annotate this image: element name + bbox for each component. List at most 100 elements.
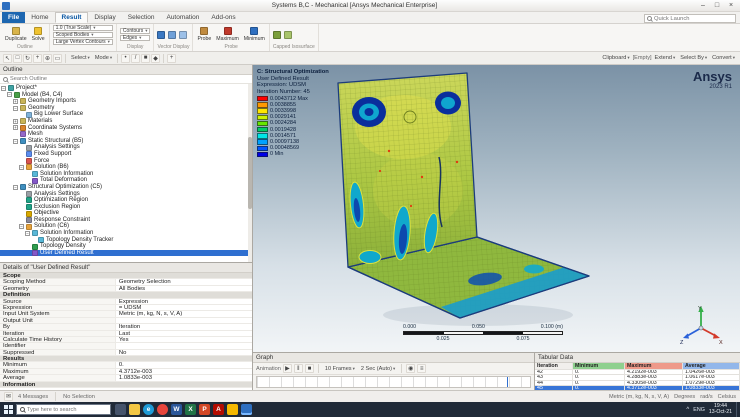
rotate-icon[interactable]: ↻	[23, 53, 32, 63]
tray-expand-icon[interactable]: ^	[686, 407, 689, 413]
convert-dropdown[interactable]: Convert ▾	[710, 55, 737, 61]
outline-item-topology-density-tracker[interactable]: Topology Density Tracker	[0, 237, 252, 244]
outline-item-solution-c6[interactable]: − Solution (C6)	[0, 223, 252, 230]
outline-item-analysis-settings[interactable]: Analysis Settings	[0, 191, 252, 198]
details-field-value[interactable]: Metric (m, kg, N, s, V, A)	[115, 311, 252, 317]
tab-result[interactable]: Result	[54, 12, 89, 23]
result-legend[interactable]: C: Structural Optimization User Defined R…	[257, 69, 329, 158]
outline-item-materials[interactable]: + Materials	[0, 118, 252, 125]
outline-item-structural-optimization-c5[interactable]: − Structural Optimization (C5)	[0, 184, 252, 191]
details-field-value[interactable]: All Bodies	[115, 285, 252, 292]
collapse-icon[interactable]: −	[13, 184, 18, 190]
vector-uniform-icon[interactable]	[168, 30, 177, 39]
details-field-value[interactable]	[115, 343, 252, 349]
maximize-button[interactable]: □	[710, 0, 724, 11]
expand-icon[interactable]: +	[13, 98, 18, 104]
vertex-filter-icon[interactable]: •	[121, 53, 131, 63]
details-field-value[interactable]: = UDSM	[115, 304, 252, 311]
details-field-value[interactable]: 4.3712e-003	[115, 368, 252, 375]
excel-icon[interactable]: X	[185, 404, 196, 415]
zoom-fit-icon[interactable]: ▭	[53, 53, 62, 63]
collapse-icon[interactable]: −	[13, 105, 18, 111]
select-by-dropdown[interactable]: Select By ▾	[678, 55, 709, 61]
collapse-icon[interactable]: −	[19, 224, 24, 230]
workbench-icon[interactable]	[227, 404, 238, 415]
outline-item-analysis-settings[interactable]: Analysis Settings	[0, 144, 252, 151]
outline-item-user-defined-result[interactable]: User Defined Result	[0, 249, 252, 257]
show-desktop-button[interactable]	[736, 402, 739, 417]
orientation-triad[interactable]: Y X Z	[678, 304, 724, 346]
scoped-bodies-dropdown[interactable]: Scoped Bodies ▾	[52, 32, 113, 38]
1-0-true-scale-dropdown[interactable]: 1.0 (True Scale) ▾	[52, 25, 113, 31]
2-sec-auto-dropdown[interactable]: 2 Sec (Auto) ▾	[359, 366, 397, 372]
extend-selection-icon[interactable]: +	[167, 53, 177, 63]
export-video-icon[interactable]: ◉	[406, 364, 416, 373]
outline-item-solution-b6[interactable]: − Solution (B6)	[0, 164, 252, 171]
minimize-button[interactable]: –	[696, 0, 710, 11]
outline-item-static-structural-b5[interactable]: − Static Structural (B5)	[0, 138, 252, 145]
collapse-icon[interactable]: −	[13, 138, 18, 144]
outline-item-total-deformation[interactable]: Total Deformation	[0, 177, 252, 184]
animation-timeline[interactable]	[256, 376, 531, 388]
word-icon[interactable]: W	[171, 404, 182, 415]
minimum-button[interactable]: Minimum	[243, 27, 266, 42]
outline-item-big-lower-surface[interactable]: Big Lower Surface	[0, 111, 252, 118]
outline-item-objective[interactable]: Objective	[0, 210, 252, 217]
details-field-value[interactable]: Geometry Selection	[115, 279, 252, 285]
outline-item-model-b4-c4[interactable]: − Model (B4, C4)	[0, 92, 252, 99]
messages-icon[interactable]: ✉	[4, 392, 13, 401]
clipboard-dropdown[interactable]: Clipboard ▾	[600, 55, 631, 61]
outline-item-solution-information[interactable]: Solution Information	[0, 171, 252, 178]
tab-selection[interactable]: Selection	[122, 12, 161, 23]
collapse-icon[interactable]: −	[7, 92, 12, 98]
details-field-value[interactable]: No	[115, 349, 252, 356]
tab-automation[interactable]: Automation	[160, 12, 205, 23]
zoom-icon[interactable]: ⊕	[43, 53, 52, 63]
outline-search-input[interactable]	[10, 76, 249, 82]
result-chart-icon[interactable]: ≡	[417, 364, 427, 373]
extend-dropdown[interactable]: Extend ▾	[653, 55, 678, 61]
taskbar-search-input[interactable]	[27, 406, 107, 413]
mode-dropdown[interactable]: Mode ▾	[93, 55, 114, 61]
outline-item-force[interactable]: Force	[0, 158, 252, 165]
tab-display[interactable]: Display	[88, 12, 121, 23]
outline-item-mesh[interactable]: Mesh	[0, 131, 252, 138]
outline-item-exclusion-region[interactable]: Exclusion Region	[0, 204, 252, 211]
stop-icon[interactable]: ■	[304, 364, 314, 373]
outline-item-project[interactable]: − Project*	[0, 85, 252, 92]
collapse-icon[interactable]: −	[25, 230, 30, 236]
outline-item-solution-information[interactable]: − Solution Information	[0, 230, 252, 237]
acrobat-icon[interactable]: A	[213, 404, 224, 415]
expand-icon[interactable]: +	[13, 118, 18, 124]
scrollbar-thumb[interactable]	[248, 137, 252, 209]
vector-plot-icon[interactable]	[157, 30, 166, 39]
pause-icon[interactable]: ‖	[293, 364, 303, 373]
edge-filter-icon[interactable]: /	[131, 53, 141, 63]
outline-item-geometry[interactable]: − Geometry	[0, 105, 252, 112]
edge-icon[interactable]: e	[143, 404, 154, 415]
collapse-icon[interactable]: −	[19, 164, 24, 170]
powerpoint-icon[interactable]: P	[199, 404, 210, 415]
quick-launch-input[interactable]	[654, 15, 733, 22]
box-select-icon[interactable]: □	[13, 53, 22, 63]
taskbar-search[interactable]	[16, 404, 111, 415]
details-field-value[interactable]: 0.	[115, 362, 252, 368]
outline-item-fixed-support[interactable]: Fixed Support	[0, 151, 252, 158]
details-field-value[interactable]: Iteration	[115, 324, 252, 330]
maximum-button[interactable]: Maximum	[215, 27, 239, 42]
task-view-icon[interactable]	[115, 404, 126, 415]
geometry-viewport[interactable]: C: Structural Optimization User Defined R…	[253, 65, 740, 352]
details-field-value[interactable]	[115, 317, 252, 324]
tab-home[interactable]: Home	[25, 12, 54, 23]
tab-file[interactable]: File	[2, 12, 26, 23]
language-indicator[interactable]: ENG	[693, 407, 705, 413]
details-field-value[interactable]: 1.0833e-003	[115, 375, 252, 381]
outline-item-geometry-imports[interactable]: + Geometry Imports	[0, 98, 252, 105]
model-bracket[interactable]	[337, 72, 590, 326]
close-button[interactable]: ×	[724, 0, 738, 11]
clock[interactable]: 19:44 13-Oct-21	[709, 403, 732, 416]
pan-icon[interactable]: +	[33, 53, 42, 63]
details-field-value[interactable]: Expression	[115, 298, 252, 304]
details-field-value[interactable]: Last	[115, 330, 252, 336]
chrome-icon[interactable]	[157, 404, 168, 415]
